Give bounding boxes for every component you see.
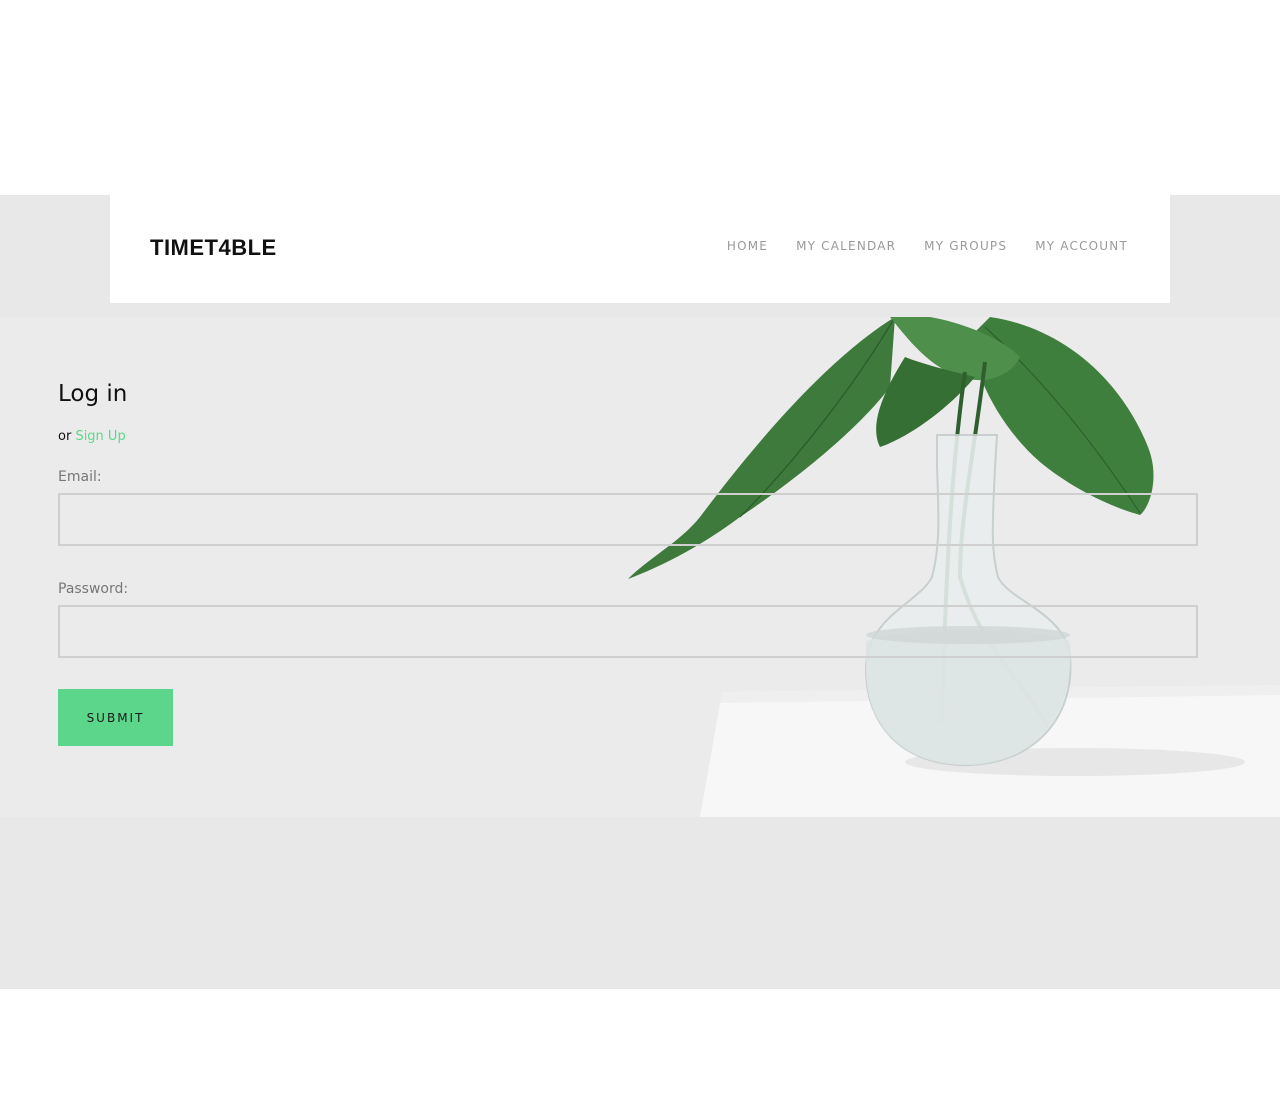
signup-prefix: or: [58, 429, 76, 444]
nav-menu: HOME MY CALENDAR MY GROUPS MY ACCOUNT: [727, 239, 1128, 253]
nav-item-my-calendar[interactable]: MY CALENDAR: [796, 239, 896, 253]
email-label: Email:: [58, 469, 102, 485]
nav-item-home[interactable]: HOME: [727, 239, 768, 253]
password-label: Password:: [58, 581, 129, 597]
signup-link[interactable]: Sign Up: [75, 429, 125, 444]
submit-button[interactable]: SUBMIT: [58, 689, 173, 746]
signup-prompt: or Sign Up: [58, 429, 126, 444]
navbar: TIMET4BLE HOME MY CALENDAR MY GROUPS MY …: [110, 195, 1170, 303]
login-title: Log in: [58, 381, 128, 407]
brand-logo[interactable]: TIMET4BLE: [150, 235, 277, 261]
page: TIMET4BLE HOME MY CALENDAR MY GROUPS MY …: [0, 0, 1280, 1099]
email-field[interactable]: [58, 493, 1198, 546]
plant-vase-photo: [628, 317, 1280, 817]
nav-item-my-groups[interactable]: MY GROUPS: [924, 239, 1007, 253]
password-field[interactable]: [58, 605, 1198, 658]
nav-item-my-account[interactable]: MY ACCOUNT: [1035, 239, 1128, 253]
login-hero: Log in or Sign Up Email: Password: SUBMI…: [0, 317, 1280, 817]
